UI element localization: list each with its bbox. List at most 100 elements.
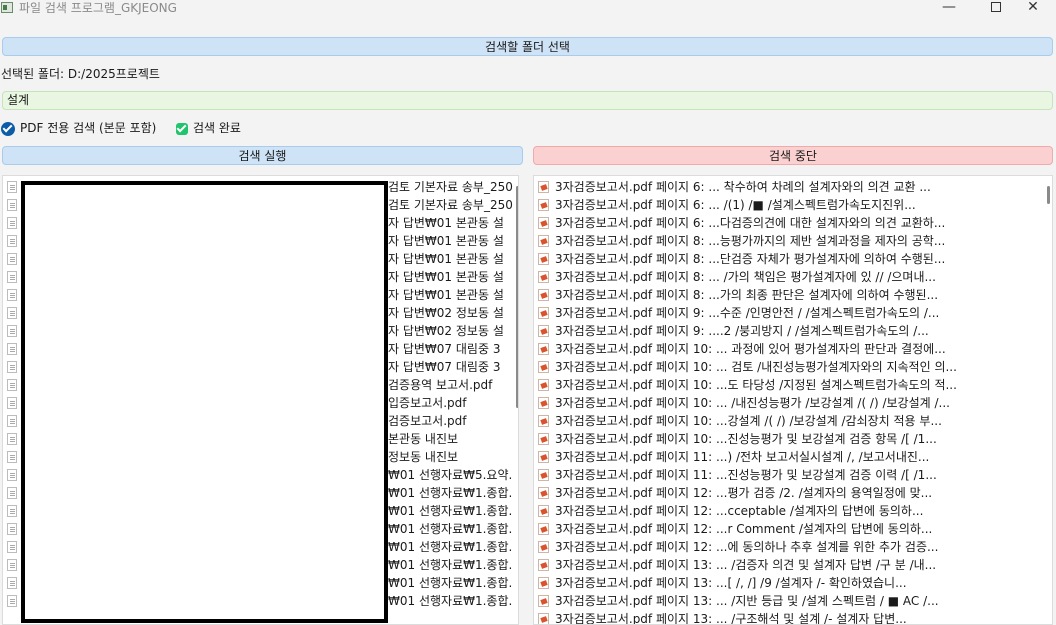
close-button[interactable]: ✕ [1010, 0, 1056, 18]
file-icon [7, 523, 17, 535]
list-item-text: 3자검증보고서.pdf 페이지 11: ...진성능평가 및 보강설계 검증 이… [555, 468, 937, 482]
list-item[interactable]: 3자검증보고서.pdf 페이지 10: ... 검토 /내진성능평가설계자와의 … [534, 358, 1052, 376]
list-item-text: 3자검증보고서.pdf 페이지 6: ...다검증의견에 대한 설계자와의 의견… [555, 216, 946, 230]
list-item[interactable]: 3자검증보고서.pdf 페이지 10: ... 과정에 있어 평가설계자의 판단… [534, 340, 1052, 358]
list-item[interactable]: 3자검증보고서.pdf 페이지 12: ...평가 검증 /2. /설계자의 용… [534, 484, 1052, 502]
list-item-text: 검증용역 보고서.pdf [388, 378, 493, 392]
file-icon [7, 343, 17, 355]
pdf-icon [538, 541, 549, 553]
list-item-text: ₩01 선행자료₩1.종합. [388, 540, 513, 554]
list-item[interactable]: 3자검증보고서.pdf 페이지 8: ...단검증 자체가 평가설계자에 의하여… [534, 250, 1052, 268]
redacted-region [21, 181, 388, 623]
list-item[interactable]: 3자검증보고서.pdf 페이지 11: ...진성능평가 및 보강설계 검증 이… [534, 466, 1052, 484]
list-item-text: 3자검증보고서.pdf 페이지 10: ...강설계 /( /) /보강설계 /… [555, 414, 942, 428]
pdf-icon [538, 361, 549, 373]
list-item[interactable]: 3자검증보고서.pdf 페이지 13: ... /지반 등급 및 /설계 스펙트… [534, 592, 1052, 610]
pdf-icon [538, 181, 549, 193]
selected-folder-label: 선택된 폴더: D:/2025프로젝트 [1, 67, 160, 81]
list-item[interactable]: 3자검증보고서.pdf 페이지 12: ...r Comment /설계자의 답… [534, 520, 1052, 538]
run-search-button[interactable]: 검색 실행 [2, 146, 523, 165]
search-complete-label: 검색 완료 [193, 121, 241, 135]
list-item-text: 3자검증보고서.pdf 페이지 12: ...r Comment /설계자의 답… [555, 522, 933, 536]
file-icon [7, 595, 17, 607]
list-item[interactable]: 3자검증보고서.pdf 페이지 8: ... /가의 책임은 평가설계자에 있 … [534, 268, 1052, 286]
list-item-text: 3자검증보고서.pdf 페이지 12: ...에 동의하나 추후 설계를 위한 … [555, 540, 939, 554]
list-item[interactable]: 3자검증보고서.pdf 페이지 10: ...진성능평가 및 보강설계 검증 항… [534, 430, 1052, 448]
list-item-text: 3자검증보고서.pdf 페이지 9: ...수준 /인명안전 / /설계스펙트럼… [555, 306, 940, 320]
list-item-text: ₩01 선행자료₩1.종합. [388, 504, 513, 518]
list-item[interactable]: 3자검증보고서.pdf 페이지 9: ....2 /붕괴방지 / /설계스펙트럼… [534, 322, 1052, 340]
select-folder-button[interactable]: 검색할 폴더 선택 [2, 37, 1053, 56]
list-item-text: 3자검증보고서.pdf 페이지 10: ... 과정에 있어 평가설계자의 판단… [555, 342, 946, 356]
file-icon [7, 487, 17, 499]
result-list[interactable]: 3자검증보고서.pdf 페이지 6: ... 착수하여 차례의 설계자와의 의견… [533, 175, 1053, 625]
list-item[interactable]: 3자검증보고서.pdf 페이지 10: ...도 타당성 /지정된 설계스펙트럼… [534, 376, 1052, 394]
list-item[interactable]: 3자검증보고서.pdf 페이지 6: ... /(1) /■ /설계스펙트럼가속… [534, 196, 1052, 214]
list-item[interactable]: 3자검증보고서.pdf 페이지 11: ...) /전차 보고서실시설계 /, … [534, 448, 1052, 466]
list-item-text: 자 답변₩02 정보동 설 [388, 306, 504, 320]
pdf-icon [538, 379, 549, 391]
list-item-text: 3자검증보고서.pdf 페이지 12: ...평가 검증 /2. /설계자의 용… [555, 486, 933, 500]
keyword-input[interactable]: 설계 [2, 91, 1053, 110]
list-item-text: 3자검증보고서.pdf 페이지 10: ... /내진성능평가 /보강설계 /(… [555, 396, 950, 410]
stop-search-button[interactable]: 검색 중단 [533, 146, 1053, 165]
pdf-icon [538, 595, 549, 607]
pdf-icon [538, 199, 549, 211]
list-item-text: 3자검증보고서.pdf 페이지 8: ... /가의 책임은 평가설계자에 있 … [555, 270, 936, 284]
file-icon [7, 307, 17, 319]
pdf-icon [538, 433, 549, 445]
list-item-text: 3자검증보고서.pdf 페이지 10: ... 검토 /내진성능평가설계자와의 … [555, 360, 957, 374]
pdf-icon [538, 577, 549, 589]
pdf-icon [538, 613, 549, 624]
list-item[interactable]: 3자검증보고서.pdf 페이지 12: ...cceptable /설계자의 답… [534, 502, 1052, 520]
file-icon [7, 433, 17, 445]
list-item-text: 검토 기본자료 송부_250 [388, 198, 513, 212]
pdf-icon [538, 343, 549, 355]
list-item-text: 3자검증보고서.pdf 페이지 13: ...[ /, /] /9 /설계자 /… [555, 576, 907, 590]
list-item[interactable]: 3자검증보고서.pdf 페이지 8: ...능평가까지의 제반 설계과정을 제자… [534, 232, 1052, 250]
search-complete-checkbox[interactable]: 검색 완료 [176, 120, 241, 136]
file-icon [7, 379, 17, 391]
list-item[interactable]: 3자검증보고서.pdf 페이지 13: ...[ /, /] /9 /설계자 /… [534, 574, 1052, 592]
list-item[interactable]: 3자검증보고서.pdf 페이지 6: ... 착수하여 차례의 설계자와의 의견… [534, 178, 1052, 196]
list-item[interactable]: 3자검증보고서.pdf 페이지 10: ...강설계 /( /) /보강설계 /… [534, 412, 1052, 430]
file-icon [7, 541, 17, 553]
pdf-only-checkbox[interactable]: PDF 전용 검색 (본문 포함) [1, 120, 156, 136]
pdf-icon [538, 271, 549, 283]
pdf-icon [538, 523, 549, 535]
list-item[interactable]: 3자검증보고서.pdf 페이지 13: ... /구조해석 및 설계 /- 설계… [534, 610, 1052, 625]
file-icon [7, 271, 17, 283]
list-item-text: 3자검증보고서.pdf 페이지 11: ...) /전차 보고서실시설계 /, … [555, 450, 930, 464]
list-item[interactable]: 3자검증보고서.pdf 페이지 10: ... /내진성능평가 /보강설계 /(… [534, 394, 1052, 412]
minimize-button[interactable]: — [926, 0, 972, 18]
list-item-text: ₩01 선행자료₩1.종합. [388, 486, 513, 500]
file-icon [7, 253, 17, 265]
list-item-text: 3자검증보고서.pdf 페이지 13: ... /구조해석 및 설계 /- 설계… [555, 612, 907, 625]
list-item-text: 3자검증보고서.pdf 페이지 6: ... /(1) /■ /설계스펙트럼가속… [555, 198, 916, 212]
pdf-icon [538, 487, 549, 499]
pdf-icon [538, 469, 549, 481]
pdf-icon [538, 307, 549, 319]
list-item-text: ₩01 선행자료₩5.요약. [388, 468, 513, 482]
list-item-text: ₩01 선행자료₩1.종합. [388, 594, 513, 608]
file-icon [7, 199, 17, 211]
file-icon [7, 559, 17, 571]
list-item[interactable]: 3자검증보고서.pdf 페이지 13: ... /검증자 의견 및 설계자 답변… [534, 556, 1052, 574]
file-icon [7, 505, 17, 517]
list-item[interactable]: 3자검증보고서.pdf 페이지 12: ...에 동의하나 추후 설계를 위한 … [534, 538, 1052, 556]
list-item-text: 3자검증보고서.pdf 페이지 12: ...cceptable /설계자의 답… [555, 504, 924, 518]
file-icon [7, 181, 17, 193]
checkbox-checked-icon [1, 121, 15, 136]
list-item[interactable]: 3자검증보고서.pdf 페이지 6: ...다검증의견에 대한 설계자와의 의견… [534, 214, 1052, 232]
list-item[interactable]: 3자검증보고서.pdf 페이지 8: ...가의 최종 판단은 설계자에 의하여… [534, 286, 1052, 304]
pdf-icon [538, 559, 549, 571]
list-item-text: ₩01 선행자료₩1.종합. [388, 558, 513, 572]
app-icon [1, 2, 13, 13]
list-item-text: 3자검증보고서.pdf 페이지 8: ...단검증 자체가 평가설계자에 의하여… [555, 252, 946, 266]
pdf-icon [538, 253, 549, 265]
pdf-icon [538, 325, 549, 337]
list-item-text: 3자검증보고서.pdf 페이지 8: ...가의 최종 판단은 설계자에 의하여… [555, 288, 939, 302]
list-item-text: 자 답변₩01 본관동 설 [388, 234, 504, 248]
list-item[interactable]: 3자검증보고서.pdf 페이지 9: ...수준 /인명안전 / /설계스펙트럼… [534, 304, 1052, 322]
pdf-icon [538, 289, 549, 301]
